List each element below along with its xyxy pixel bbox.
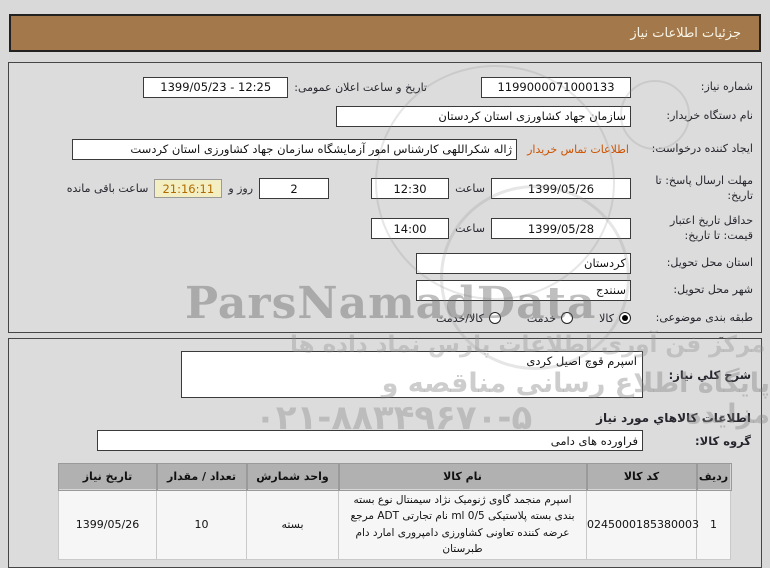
buyer-contact-link[interactable]: اطلاعات تماس خریدار	[527, 143, 629, 156]
announce-datetime-label: تاریخ و ساعت اعلان عمومی:	[294, 80, 427, 94]
header-goods-name: نام کالا	[337, 462, 588, 491]
days-remaining-field: 2	[259, 178, 330, 200]
page-title-bar: جزئیات اطلاعات نیاز	[9, 14, 761, 52]
request-creator-field[interactable]: ژاله شکراللهی کارشناس امور آزمایشگاه ساز…	[72, 138, 518, 160]
cell-quantity: 10	[156, 488, 247, 561]
reply-deadline-date-field[interactable]: 1399/05/26	[491, 178, 631, 200]
page-title: جزئیات اطلاعات نیاز	[630, 25, 741, 41]
header-count-unit: واحد شمارش	[245, 462, 340, 491]
reply-deadline-row: مهلت ارسال پاسخ: تا تاریخ: 1399/05/26 سا…	[17, 174, 753, 204]
price-validity-row: حداقل تاریخ اعتبار قیمت: تا تاریخ: 1399/…	[17, 214, 753, 244]
need-description-label: شرح کلي نیاز:	[668, 367, 751, 382]
price-validity-time-field[interactable]: 14:00	[371, 218, 450, 240]
countdown-timer: 21:16:11	[154, 179, 223, 199]
goods-info-panel: شرح کلي نیاز: اسپرم قوچ اصیل کردی اطلاعا…	[8, 338, 762, 568]
reply-deadline-time-field[interactable]: 12:30	[371, 178, 450, 200]
request-creator-row: ایجاد کننده درخواست: اطلاعات تماس خریدار…	[17, 134, 753, 164]
need-number-label: شماره نیاز:	[700, 79, 753, 93]
radio-goods-service[interactable]	[488, 312, 501, 325]
header-quantity: تعداد / مقدار	[155, 462, 248, 491]
price-validity-date-field[interactable]: 1399/05/28	[491, 218, 631, 240]
delivery-province-label: استان محل تحویل:	[666, 255, 753, 269]
items-section-heading: اطلاعات کالاهاي مورد نیاز	[596, 411, 751, 425]
delivery-province-row: استان محل تحویل: کردستان	[17, 252, 753, 274]
buyer-org-row: نام دستگاه خریدار: سازمان جهاد کشاورزی ا…	[17, 105, 753, 127]
request-creator-label: ایجاد کننده درخواست:	[651, 141, 753, 155]
goods-group-row: گروه کالا: فراورده های دامی	[19, 430, 751, 451]
reply-deadline-label: مهلت ارسال پاسخ: تا تاریخ:	[655, 174, 753, 202]
cell-row-number: 1	[696, 488, 731, 561]
buyer-org-field[interactable]: سازمان جهاد کشاورزی استان کردستان	[336, 105, 631, 127]
buyer-org-label: نام دستگاه خریدار:	[666, 108, 753, 122]
delivery-city-row: شهر محل تحویل: سنندج	[17, 279, 753, 301]
items-table: ردیف کد کالا نام کالا واحد شمارش تعداد /…	[57, 462, 732, 561]
need-details-page: { "title_bar": { "title": "جزئیات اطلاعا…	[0, 0, 770, 568]
delivery-city-label: شهر محل تحویل:	[673, 282, 753, 296]
countdown-label: ساعت باقی مانده	[66, 182, 149, 196]
delivery-city-field[interactable]: سنندج	[416, 279, 631, 301]
table-row: 1 0245000185380003 اسپرم منجمد گاوی ژنوم…	[58, 488, 731, 561]
price-validity-label: حداقل تاریخ اعتبار قیمت: تا تاریخ:	[669, 213, 753, 242]
need-details-panel: شماره نیاز: 1199000071000133 تاریخ و ساع…	[8, 62, 762, 351]
goods-group-field[interactable]: فراورده های دامی	[97, 430, 643, 451]
reply-deadline-hour-label: ساعت	[455, 182, 485, 196]
header-row-number: ردیف	[695, 462, 732, 491]
subject-class-label: طبقه بندی موضوعی:	[655, 310, 753, 324]
cell-need-date: 1399/05/26	[58, 488, 157, 561]
radio-service[interactable]	[561, 312, 574, 325]
announce-datetime-field[interactable]: 1399/05/23 - 12:25	[143, 76, 289, 98]
need-description-field[interactable]: اسپرم قوچ اصیل کردی	[181, 351, 643, 398]
cell-goods-name: اسپرم منجمد گاوی ژنومیک نژاد سیمنتال نوع…	[338, 488, 587, 561]
need-number-row: شماره نیاز: 1199000071000133 تاریخ و ساع…	[17, 76, 753, 98]
radio-goods-label: کالا	[599, 311, 614, 325]
delivery-province-field[interactable]: کردستان	[416, 252, 631, 274]
goods-group-label: گروه کالا:	[695, 433, 751, 448]
header-need-date: تاریخ نیاز	[57, 462, 158, 491]
header-goods-code: کد کالا	[585, 462, 698, 491]
radio-service-label: خدمت	[526, 311, 557, 325]
cell-goods-code: 0245000185380003	[586, 488, 699, 561]
need-description-row: شرح کلي نیاز: اسپرم قوچ اصیل کردی	[19, 351, 751, 398]
subject-class-row: طبقه بندی موضوعی: کالا خدمت کالا/خدمت	[17, 307, 753, 329]
need-number-field[interactable]: 1199000071000133	[481, 76, 631, 98]
radio-goods-service-label: کالا/خدمت	[436, 311, 484, 325]
items-table-header-row: ردیف کد کالا نام کالا واحد شمارش تعداد /…	[57, 462, 732, 491]
price-validity-hour-label: ساعت	[455, 222, 485, 236]
days-remaining-label: روز و	[228, 182, 254, 196]
cell-count-unit: بسته	[246, 488, 339, 561]
radio-goods[interactable]	[619, 312, 631, 325]
